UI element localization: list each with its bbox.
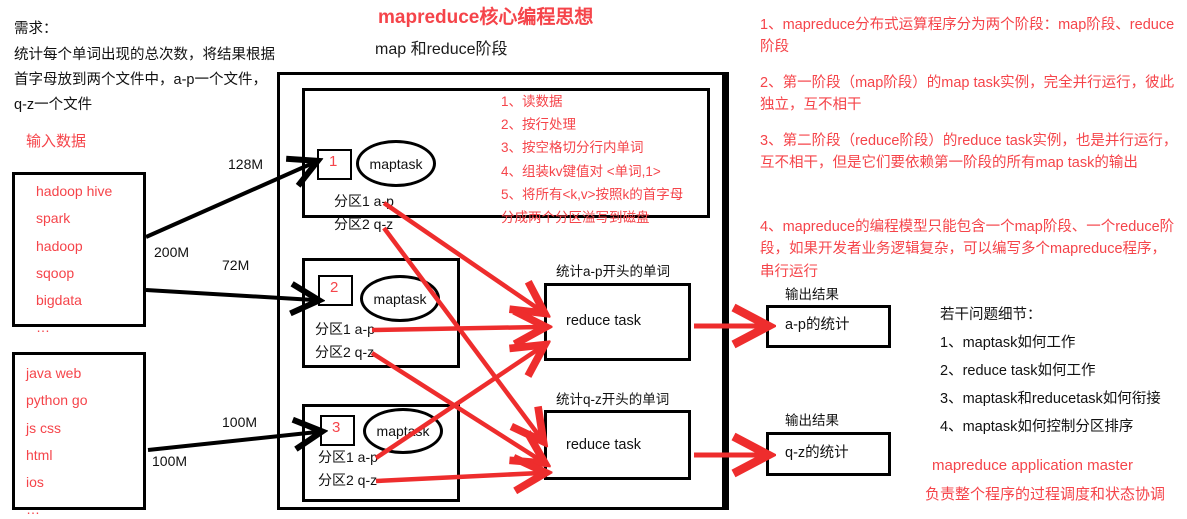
maptask-3-partition-1: 分区1 a-p: [318, 449, 378, 465]
map-step-2: 2、按行处理: [501, 117, 577, 133]
list-item: html: [26, 446, 53, 463]
split-size-100m-a: 100M: [222, 414, 258, 430]
map-step-5: 5、将所有<k,v>按照k的首字母: [501, 186, 684, 202]
maptask-number-3: 3: [332, 419, 341, 436]
list-item: java web: [26, 365, 82, 381]
maptask-1-partition-1: 分区1 a-p: [334, 193, 394, 209]
page-subtitle: map 和reduce阶段: [375, 41, 508, 58]
detail-item-1: 1、maptask如何工作: [940, 335, 1076, 351]
map-step-4: 4、组装kv键值对 <单词,1>: [501, 163, 661, 179]
output-label-1: a-p的统计: [785, 317, 850, 333]
list-item: bigdata: [36, 292, 82, 309]
app-master-title: mapreduce application master: [932, 457, 1133, 474]
maptask-label-2: maptask: [373, 290, 427, 307]
requirement-line-3: q-z一个文件: [14, 97, 93, 113]
note-item-1: 1、mapreduce分布式运算程序分为两个阶段：map阶段、reduce阶段: [760, 17, 1175, 56]
input-file-list-2: java web python go js css html ios …: [26, 360, 146, 519]
details-heading: 若干问题细节：: [940, 307, 1042, 323]
app-master-desc: 负责整个程序的过程调度和状态协调: [925, 486, 1166, 503]
maptask-2-partition-1: 分区1 a-p: [315, 321, 375, 337]
diagram-canvas: mapreduce核心编程思想 map 和reduce阶段 需求： 统计每个单词…: [0, 0, 1187, 519]
detail-item-4: 4、maptask如何控制分区排序: [940, 419, 1134, 435]
maptask-label-3: maptask: [376, 423, 430, 439]
split-size-72m: 72M: [222, 257, 250, 273]
list-item: hadoop: [36, 237, 83, 254]
page-title: mapreduce核心编程思想: [378, 7, 594, 28]
output-caption-1: 输出结果: [785, 287, 839, 302]
note-item-2: 2、第一阶段（map阶段）的map task实例，完全并行运行，彼此独立，互不相…: [760, 75, 1175, 114]
maptask-3-partition-2: 分区2 q-z: [318, 472, 378, 488]
requirement-line-2: 首字母放到两个文件中，a-p一个文件，: [14, 72, 267, 88]
maptask-2-partition-2: 分区2 q-z: [315, 344, 375, 360]
list-item: hadoop hive: [36, 183, 113, 199]
split-size-128m: 128M: [228, 156, 264, 172]
reduce-caption-2: 统计q-z开头的单词: [556, 392, 670, 407]
map-steps-list: 1、读数据 2、按行处理 3、按空格切分行内单词 4、组装kv键值对 <单词,1…: [501, 90, 716, 229]
note-item-4: 4、mapreduce的编程模型只能包含一个map阶段、一个reduce阶段，如…: [760, 219, 1175, 280]
map-step-3: 3、按空格切分行内单词: [501, 140, 644, 156]
reduce-task-label-1: reduce task: [566, 313, 641, 329]
requirement-label: 需求：: [14, 21, 58, 37]
list-item: …: [26, 501, 40, 518]
maptask-ellipse-2: maptask: [360, 275, 440, 322]
map-step-1: 1、读数据: [501, 94, 563, 109]
maptask-1-partition-2: 分区2 q-z: [334, 216, 394, 232]
detail-item-3: 3、maptask和reducetask如何衔接: [940, 391, 1161, 407]
list-item: python go: [26, 392, 88, 409]
list-item: …: [36, 319, 50, 336]
split-size-200m: 200M: [154, 244, 190, 260]
maptask-label-1: maptask: [369, 155, 423, 172]
reduce-task-label-2: reduce task: [566, 437, 641, 453]
list-item: sqoop: [36, 264, 75, 281]
maptask-ellipse-1: maptask: [356, 140, 436, 187]
input-file-list-1: hadoop hive spark hadoop sqoop bigdata …: [36, 178, 146, 342]
list-item: spark: [36, 210, 71, 227]
input-data-heading: 输入数据: [26, 133, 87, 150]
list-item: js css: [26, 419, 61, 436]
output-caption-2: 输出结果: [785, 413, 839, 428]
maptask-number-1: 1: [329, 153, 338, 170]
map-step-5-cont: 分成两个分区溢写到磁盘: [501, 210, 650, 226]
note-item-3: 3、第二阶段（reduce阶段）的reduce task实例，也是并行运行，互不…: [760, 133, 1178, 172]
maptask-ellipse-3: maptask: [363, 408, 443, 454]
maptask-number-2: 2: [330, 279, 339, 296]
reduce-caption-1: 统计a-p开头的单词: [556, 264, 671, 279]
requirement-line-1: 统计每个单词出现的总次数，将结果根据: [14, 47, 275, 63]
split-size-100m-b: 100M: [152, 453, 188, 469]
list-item: ios: [26, 474, 44, 491]
output-label-2: q-z的统计: [785, 445, 849, 461]
detail-item-2: 2、reduce task如何工作: [940, 363, 1096, 379]
